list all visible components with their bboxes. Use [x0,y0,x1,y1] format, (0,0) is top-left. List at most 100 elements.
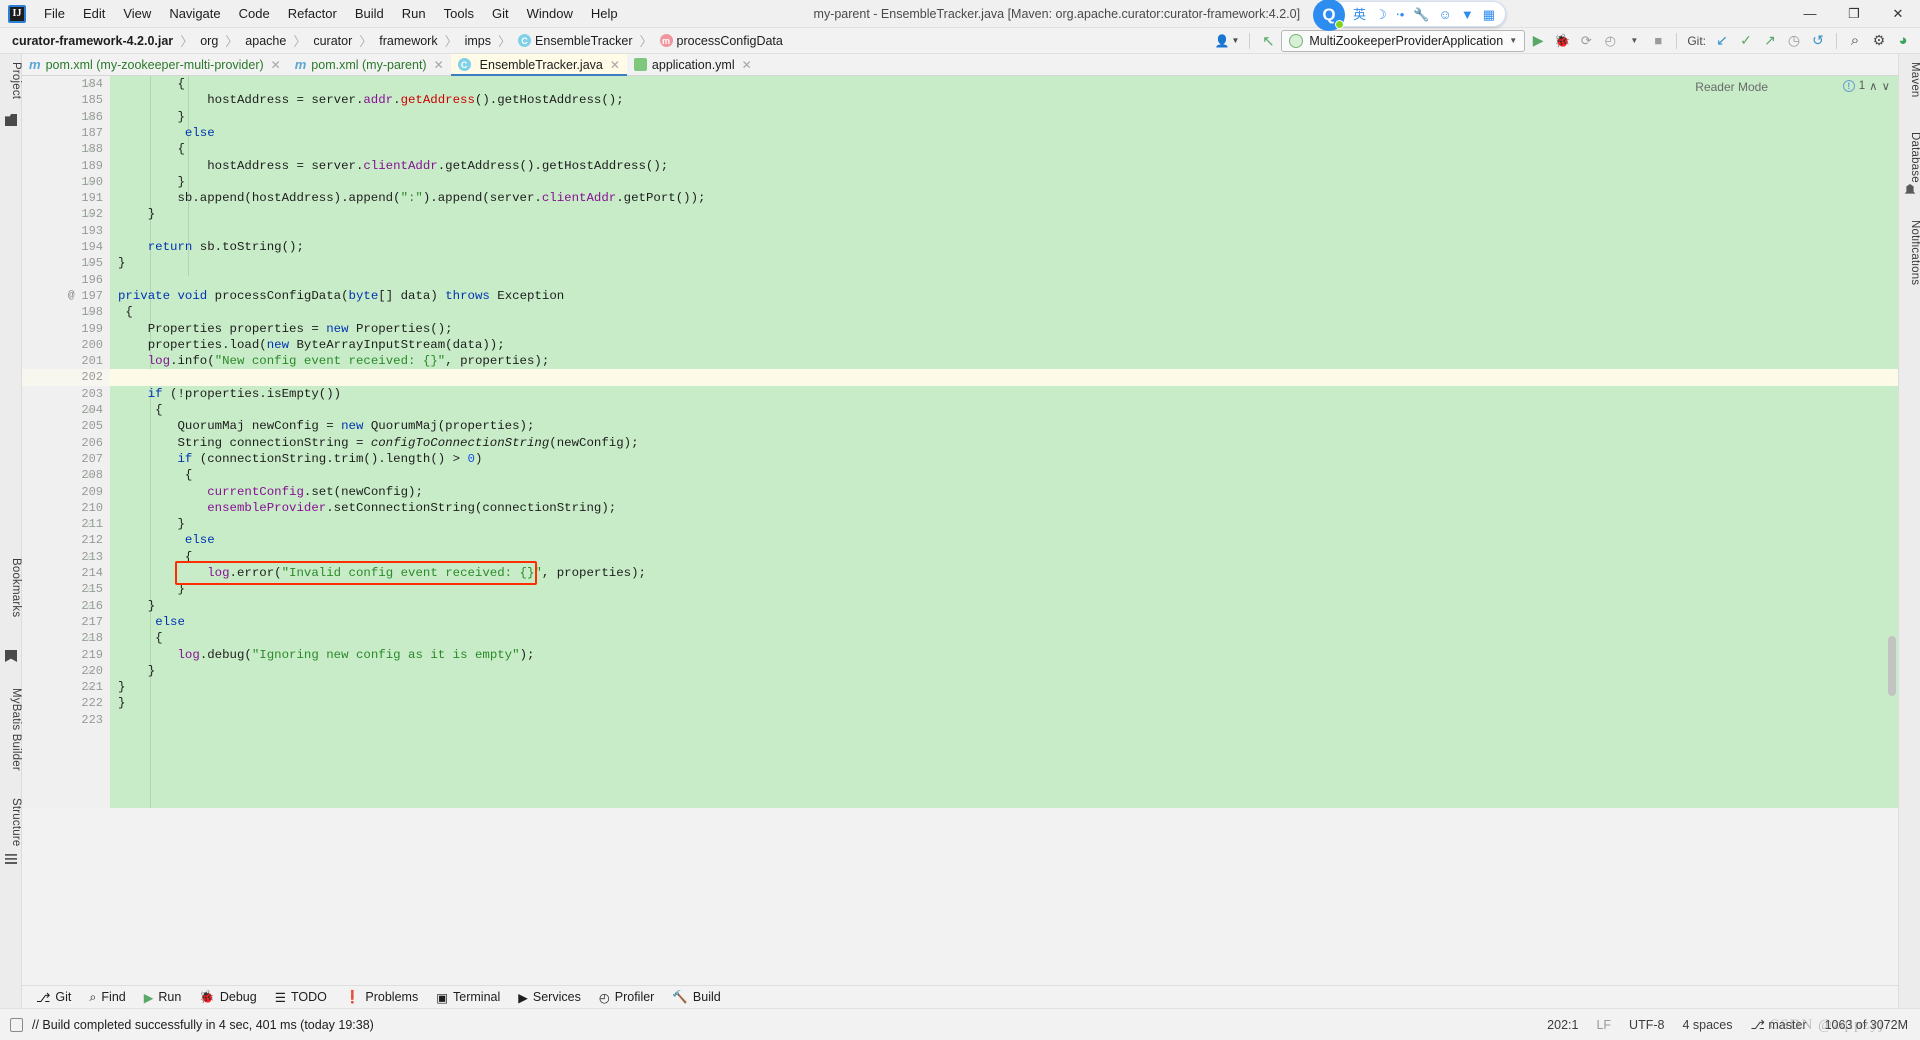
code-line[interactable]: ensembleProvider.setConnectionString(con… [110,500,1898,516]
gutter-row[interactable]: 184 ▱ [22,76,110,92]
grid-icon[interactable]: ▦ [1483,8,1495,21]
run-with-coverage-button[interactable]: ⟳ [1575,30,1597,52]
gutter-row[interactable]: 203 [22,386,110,402]
inspection-widget[interactable]: ! 1 ∧ ∨ [1842,79,1890,93]
wrench-icon[interactable]: 🔧 [1413,8,1429,21]
code-line[interactable]: else [110,614,1898,630]
editor-scrollbar-thumb[interactable] [1888,636,1896,696]
run-configuration-selector[interactable]: MultiZookeeperProviderApplication ▼ [1281,29,1526,52]
code-line[interactable]: log.info("New config event received: {}"… [110,353,1898,369]
code-line[interactable]: } [110,255,1898,271]
chinese-english-toggle-icon[interactable]: 英 [1353,8,1366,21]
previous-problem-icon[interactable]: ∧ [1869,79,1877,93]
code-fold-icon[interactable]: ▱ [86,177,95,187]
code-line[interactable]: sb.append(hostAddress).append(":").appen… [110,190,1898,206]
tab-ensembletracker-java[interactable]: C EnsembleTracker.java ✕ [450,54,628,76]
gutter-row[interactable]: 216 ▱ [22,598,110,614]
code-line[interactable]: } [110,663,1898,679]
structure-icon[interactable] [5,854,17,864]
breadcrumb-method[interactable]: m processConfigData [658,33,785,49]
git-commit-button[interactable]: ✓ [1735,30,1757,52]
sidebar-item-structure[interactable]: Structure [0,794,22,850]
gutter-row[interactable]: 191 [22,190,110,206]
tab-close-icon[interactable]: ✕ [610,58,620,72]
user-account-button[interactable]: 👤 ▼ [1211,30,1242,52]
status-message-area[interactable]: // Build completed successfully in 4 sec… [0,1017,374,1032]
gutter-row[interactable]: 204 ▱ [22,402,110,418]
git-rollback-button[interactable]: ↺ [1807,30,1829,52]
breadcrumb-curator[interactable]: curator [311,33,354,49]
breadcrumb-framework[interactable]: framework [377,33,439,49]
debug-button[interactable]: 🐞 [1551,30,1573,52]
gutter-row[interactable]: 192 ▱ [22,206,110,222]
gutter-row[interactable]: 201 [22,353,110,369]
breadcrumb-apache[interactable]: apache [243,33,288,49]
code-line[interactable]: { [110,549,1898,565]
sidebar-item-project[interactable]: Project [0,58,22,103]
code-line[interactable]: } [110,581,1898,597]
gutter-row[interactable]: 209 [22,484,110,500]
update-project-button[interactable]: ↖ [1257,30,1279,52]
punctuation-icon[interactable]: ‧• [1396,8,1405,21]
tool-window-services[interactable]: ▶ Services [510,988,589,1007]
line-separator[interactable]: LF [1596,1018,1611,1032]
gutter-row[interactable]: 223 [22,712,110,728]
gutter-row[interactable]: 188 ▱ [22,141,110,157]
gutter-row[interactable]: 211 ▱ [22,516,110,532]
gutter-row[interactable]: 217 [22,614,110,630]
gutter-row[interactable]: 202 [22,369,110,386]
tab-close-icon[interactable]: ✕ [271,58,281,72]
code-line[interactable]: hostAddress = server.clientAddr.getAddre… [110,158,1898,174]
memory-indicator[interactable]: 1063 of 3072M [1825,1018,1908,1032]
gutter-row[interactable]: 207 [22,451,110,467]
code-fold-icon[interactable]: ▱ [86,210,95,219]
editor-code-area[interactable]: { hostAddress = server.addr.getAddress()… [110,76,1898,808]
code-fold-icon[interactable]: ▱ [86,259,95,268]
gutter-row[interactable]: 197 @ [22,288,110,304]
menu-view[interactable]: View [115,3,159,24]
search-everywhere-icon[interactable]: ⌕ [1844,30,1866,52]
code-line[interactable]: } [110,174,1898,190]
sidebar-item-notifications[interactable]: Notifications [1899,216,1920,289]
code-line[interactable]: hostAddress = server.addr.getAddress().g… [110,92,1898,108]
moon-icon[interactable]: ☽ [1375,8,1387,21]
tool-window-find[interactable]: ⌕ Find [81,988,133,1007]
tab-application-yml[interactable]: application.yml ✕ [627,54,759,75]
editor-gutter[interactable]: 184 ▱ 185 186 ▱ 187 188 ▱ 189 190 ▱ 191 192 ▱ 193 194 19… [22,76,110,808]
git-branch-widget[interactable]: ⎇ master [1751,1017,1807,1032]
code-fold-icon[interactable]: ▱ [86,666,95,676]
restore-button[interactable]: ❐ [1832,0,1876,28]
skin-icon[interactable]: ▼ [1461,8,1474,21]
gutter-row[interactable]: 198 ▱ [22,304,110,320]
code-fold-icon[interactable]: ▱ [86,683,95,692]
reader-mode-label[interactable]: Reader Mode [1695,80,1768,94]
indent-setting[interactable]: 4 spaces [1682,1018,1732,1032]
tab-pom-my-parent[interactable]: m pom.xml (my-parent) ✕ [288,54,451,75]
code-fold-icon[interactable]: ▱ [86,601,95,611]
menu-build[interactable]: Build [347,3,392,24]
code-line[interactable]: else [110,125,1898,141]
code-line[interactable] [110,272,1898,288]
gutter-row[interactable]: 219 [22,647,110,663]
breadcrumb-imps[interactable]: imps [463,33,493,49]
gutter-row[interactable]: 187 [22,125,110,141]
code-line[interactable]: else [110,532,1898,548]
menu-file[interactable]: File [36,3,73,24]
sidebar-item-mybatis-builder[interactable]: MyBatis Builder [0,684,22,775]
gutter-row[interactable]: 215 ▱ [22,581,110,597]
gutter-row[interactable]: 206 [22,435,110,451]
tool-window-profiler[interactable]: ◴ Profiler [591,988,663,1007]
tool-window-todo[interactable]: ☰ TODO [267,988,335,1007]
code-line[interactable]: return sb.toString(); [110,239,1898,255]
gutter-row[interactable]: 220 ▱ [22,663,110,679]
gutter-row[interactable]: 218 ▱ [22,630,110,646]
gutter-row[interactable]: 195 ▱ [22,255,110,271]
next-problem-icon[interactable]: ∨ [1882,79,1890,93]
code-line[interactable]: String connectionString = configToConnec… [110,435,1898,451]
code-line[interactable]: QuorumMaj newConfig = new QuorumMaj(prop… [110,418,1898,434]
code-line[interactable]: if (!properties.isEmpty()) [110,386,1898,402]
tool-window-problems[interactable]: ❗ Problems [337,988,426,1007]
gutter-row[interactable]: 200 [22,337,110,353]
code-fold-icon[interactable]: ▱ [86,406,95,415]
code-line[interactable] [110,369,1898,386]
